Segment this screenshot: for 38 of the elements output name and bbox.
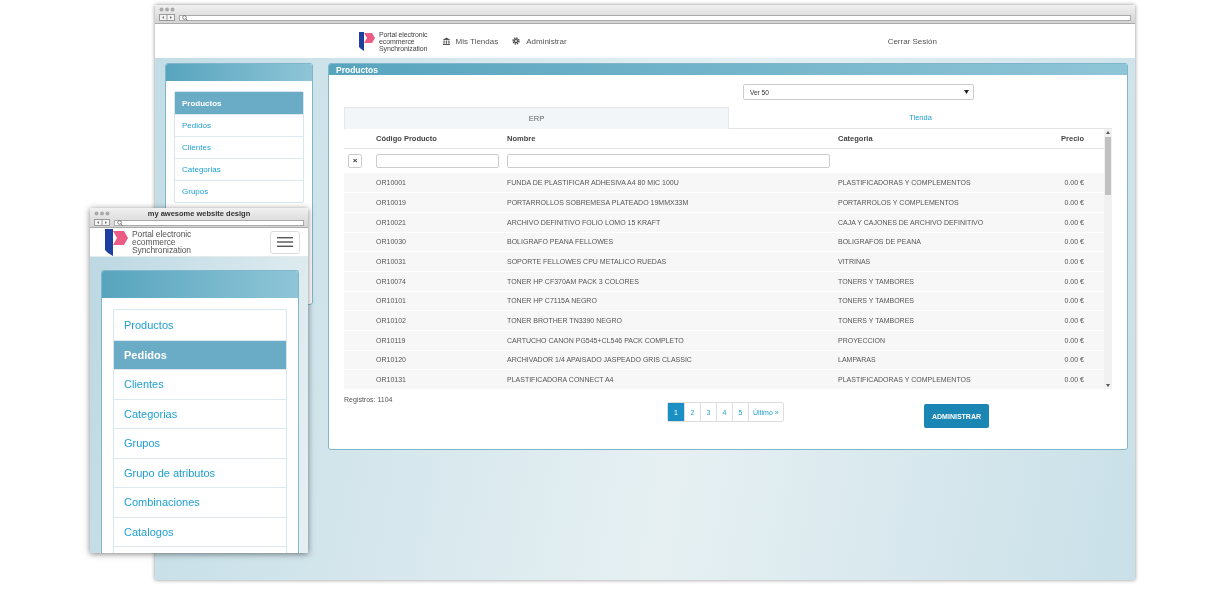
sidebar-item[interactable]: Grupo de atributos bbox=[114, 457, 286, 487]
window-controls-icon bbox=[94, 211, 110, 216]
sidebar-item[interactable]: Grupos bbox=[114, 428, 286, 458]
sidebar-item[interactable]: Categorias bbox=[175, 158, 303, 180]
logo-text: Portal electronic ecommerce Synchronization bbox=[132, 230, 192, 254]
search-icon bbox=[117, 219, 123, 226]
back-forward-icon bbox=[159, 14, 175, 21]
bank-icon bbox=[441, 37, 451, 45]
scroll-up-icon bbox=[1106, 131, 1110, 135]
settings-icon bbox=[512, 37, 522, 45]
address-field[interactable] bbox=[114, 219, 304, 226]
logo-icon bbox=[104, 228, 129, 256]
logo-icon bbox=[358, 31, 376, 51]
sidebar-item[interactable]: Productos bbox=[114, 310, 286, 340]
sidebar-item[interactable]: Pedidos bbox=[175, 114, 303, 136]
filter-input[interactable] bbox=[376, 153, 499, 168]
address-field[interactable] bbox=[179, 14, 1131, 21]
sidebar-item[interactable]: Grupos bbox=[175, 180, 303, 202]
menu-button[interactable] bbox=[270, 230, 300, 254]
scrollbar[interactable] bbox=[1104, 129, 1112, 389]
logout-link[interactable]: Cerrar Sesión bbox=[887, 36, 937, 46]
scroll-down-icon bbox=[1106, 384, 1110, 387]
sidebar-item[interactable]: Pedidos bbox=[114, 339, 286, 369]
search-icon bbox=[182, 14, 188, 21]
nav-link[interactable]: Mis Tiendas bbox=[455, 36, 499, 46]
sidebar-item[interactable]: Catalogos bbox=[114, 516, 286, 546]
sidebar-item[interactable]: Productos bbox=[175, 92, 303, 114]
caret-icon bbox=[964, 90, 969, 95]
back-forward-icon bbox=[94, 219, 110, 226]
sidebar-item[interactable]: Combinaciones bbox=[114, 487, 286, 517]
sidebar-item[interactable]: Categorias bbox=[114, 398, 286, 428]
sidebar-item[interactable]: Clientes bbox=[114, 369, 286, 399]
menu-icon bbox=[277, 237, 293, 247]
sidebar-item[interactable]: Clientes bbox=[175, 136, 303, 158]
panel-header: Productos bbox=[329, 64, 1127, 76]
nav-link[interactable]: Administrar bbox=[526, 36, 567, 46]
clear-filter-button[interactable]: × bbox=[348, 153, 362, 168]
filter-input[interactable] bbox=[507, 153, 830, 168]
